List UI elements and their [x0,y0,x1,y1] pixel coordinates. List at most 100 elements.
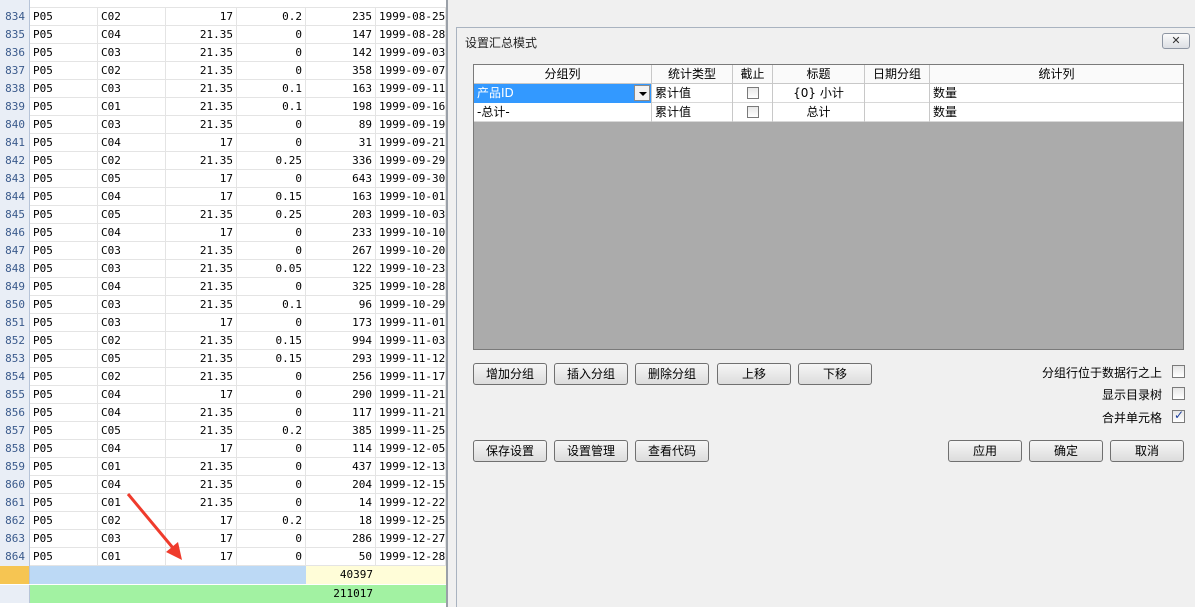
price-cell[interactable]: 21.35 [166,152,237,170]
stat-type-cell[interactable]: 累计值 [652,84,733,103]
price-cell[interactable]: 21.35 [166,62,237,80]
date-group-cell[interactable] [865,84,930,103]
table-row[interactable]: 838 P05 C03 21.35 0.1 163 1999-09-11 [0,80,446,98]
quantity-cell[interactable]: 89 [306,116,376,134]
caption-cell[interactable]: {0} 小计 [773,84,865,103]
discount-cell[interactable]: 0 [237,368,306,386]
customer-cell[interactable]: C04 [98,404,166,422]
price-cell[interactable]: 21.35 [166,26,237,44]
date-cell[interactable]: 1999-10-23 [376,260,446,278]
table-row[interactable]: 846 P05 C04 17 0 233 1999-10-10 [0,224,446,242]
discount-cell[interactable]: 0 [237,314,306,332]
date-cell[interactable]: 1999-11-17 [376,368,446,386]
date-cell[interactable]: 1999-11-21 [376,404,446,422]
product-cell[interactable]: P05 [30,458,98,476]
discount-cell[interactable]: 0 [237,170,306,188]
quantity-cell[interactable]: 163 [306,188,376,206]
table-row[interactable]: 840 P05 C03 21.35 0 89 1999-09-19 [0,116,446,134]
price-cell[interactable]: 21.35 [166,278,237,296]
date-cell[interactable]: 1999-12-28 [376,548,446,566]
discount-cell[interactable]: 0 [237,458,306,476]
customer-cell[interactable]: C04 [98,134,166,152]
quantity-cell[interactable]: 256 [306,368,376,386]
product-cell[interactable]: P05 [30,368,98,386]
quantity-cell[interactable]: 14 [306,494,376,512]
discount-cell[interactable]: 0.15 [237,188,306,206]
date-cell[interactable]: 1999-09-16 [376,98,446,116]
quantity-cell[interactable]: 173 [306,314,376,332]
discount-cell[interactable]: 0.1 [237,80,306,98]
table-row[interactable]: 857 P05 C05 21.35 0.2 385 1999-11-25 [0,422,446,440]
column-header-date-group[interactable]: 日期分组 [865,65,930,84]
price-cell[interactable]: 17 [166,170,237,188]
group-above-checkbox[interactable] [1172,365,1185,378]
customer-cell[interactable]: C03 [98,80,166,98]
merge-cells-checkbox[interactable]: ✓ [1172,408,1185,423]
customer-cell[interactable]: C04 [98,278,166,296]
table-row[interactable]: 836 P05 C03 21.35 0 142 1999-09-03 [0,44,446,62]
table-row[interactable]: 848 P05 C03 21.35 0.05 122 1999-10-23 [0,260,446,278]
discount-cell[interactable]: 0.1 [237,98,306,116]
chevron-down-icon[interactable] [634,85,650,101]
discount-cell[interactable]: 0 [237,530,306,548]
move-up-button[interactable]: 上移 [717,363,791,385]
cancel-button[interactable]: 取消 [1110,440,1184,462]
discount-cell[interactable]: 0.25 [237,206,306,224]
price-cell[interactable]: 21.35 [166,368,237,386]
product-cell[interactable]: P05 [30,530,98,548]
table-row[interactable]: 835 P05 C04 21.35 0 147 1999-08-28 [0,26,446,44]
product-cell[interactable]: P05 [30,494,98,512]
stat-type-cell[interactable]: 累计值 [652,103,733,122]
grand-total-value[interactable]: 211017 [306,585,376,603]
date-cell[interactable]: 1999-08-28 [376,26,446,44]
customer-cell[interactable]: C02 [98,368,166,386]
table-row[interactable]: 843 P05 C05 17 0 643 1999-09-30 [0,170,446,188]
product-cell[interactable]: P05 [30,62,98,80]
product-cell[interactable]: P05 [30,314,98,332]
subtotal-value[interactable]: 40397 [306,566,376,584]
product-cell[interactable]: P05 [30,350,98,368]
customer-cell[interactable]: C02 [98,8,166,26]
customer-cell[interactable]: C01 [98,458,166,476]
date-group-cell[interactable] [865,103,930,122]
customer-cell[interactable]: C02 [98,62,166,80]
date-cell[interactable]: 1999-10-03 [376,206,446,224]
date-cell[interactable]: 1999-09-03 [376,44,446,62]
product-cell[interactable]: P05 [30,404,98,422]
apply-button[interactable]: 应用 [948,440,1022,462]
table-row[interactable]: 837 P05 C02 21.35 0 358 1999-09-07 [0,62,446,80]
quantity-cell[interactable]: 122 [306,260,376,278]
date-cell[interactable]: 1999-12-25 [376,512,446,530]
customer-cell[interactable]: C03 [98,296,166,314]
column-header-group[interactable]: 分组列 [474,65,652,84]
discount-cell[interactable]: 0.15 [237,332,306,350]
table-row[interactable]: 849 P05 C04 21.35 0 325 1999-10-28 [0,278,446,296]
table-row[interactable]: 852 P05 C02 21.35 0.15 994 1999-11-03 [0,332,446,350]
table-row[interactable]: 产品ID 累计值 {0} 小计 数量 [474,84,1183,103]
product-cell[interactable]: P05 [30,44,98,62]
quantity-cell[interactable]: 198 [306,98,376,116]
product-cell[interactable]: P05 [30,512,98,530]
price-cell[interactable]: 21.35 [166,332,237,350]
product-cell[interactable]: P05 [30,116,98,134]
date-cell[interactable]: 1999-11-01 [376,314,446,332]
cutoff-checkbox[interactable] [747,106,759,118]
quantity-cell[interactable]: 336 [306,152,376,170]
quantity-cell[interactable]: 18 [306,512,376,530]
price-cell[interactable]: 21.35 [166,350,237,368]
customer-cell[interactable]: C03 [98,260,166,278]
product-cell[interactable]: P05 [30,170,98,188]
date-cell[interactable]: 1999-09-07 [376,62,446,80]
discount-cell[interactable]: 0.15 [237,350,306,368]
product-cell[interactable]: P05 [30,386,98,404]
product-cell[interactable]: P05 [30,80,98,98]
product-cell[interactable]: P05 [30,296,98,314]
add-group-button[interactable]: 增加分组 [473,363,547,385]
price-cell[interactable]: 21.35 [166,422,237,440]
table-row[interactable]: 855 P05 C04 17 0 290 1999-11-21 [0,386,446,404]
discount-cell[interactable]: 0 [237,440,306,458]
group-col-cell[interactable]: -总计- [474,103,652,122]
customer-cell[interactable]: C04 [98,26,166,44]
discount-cell[interactable]: 0.25 [237,152,306,170]
spreadsheet-grid[interactable]: 834 P05 C02 17 0.2 235 1999-08-25 835 P05 C04 21.3… [0,0,446,607]
